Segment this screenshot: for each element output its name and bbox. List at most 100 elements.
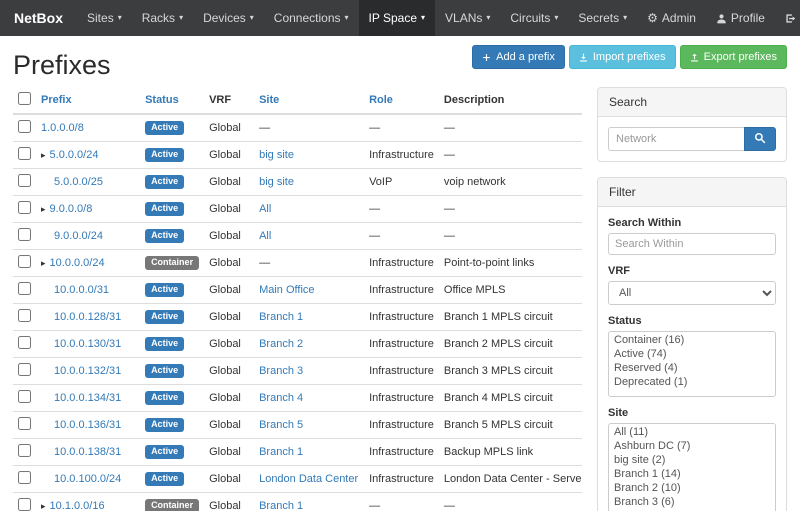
status-badge: Active — [145, 148, 184, 162]
chevron-down-icon: ▾ — [554, 14, 558, 22]
prefix-link[interactable]: 10.0.0.132/31 — [54, 365, 121, 377]
nav-item-vlans[interactable]: VLANs▾ — [435, 0, 500, 36]
nav-item-label: Connections — [274, 11, 341, 25]
status-badge: Container — [145, 256, 199, 270]
nav-profile[interactable]: Profile — [706, 0, 775, 36]
nav-item-ip-space[interactable]: IP Space▾ — [359, 0, 436, 36]
row-checkbox[interactable] — [18, 120, 31, 133]
filter-option[interactable]: Active (74) — [610, 347, 774, 361]
site-link[interactable]: Branch 4 — [259, 392, 303, 404]
site-link[interactable]: Main Office — [259, 284, 314, 296]
nav-item-sites[interactable]: Sites▾ — [77, 0, 132, 36]
expand-arrow-icon[interactable]: ▸ — [41, 501, 46, 511]
site-filter-select[interactable]: All (11)Ashburn DC (7)big site (2)Branch… — [608, 423, 776, 511]
site-link[interactable]: Branch 2 — [259, 338, 303, 350]
row-checkbox[interactable] — [18, 201, 31, 214]
search-icon — [754, 132, 766, 147]
import-prefixes-button[interactable]: Import prefixes — [569, 45, 676, 69]
filter-option[interactable]: Branch 1 (14) — [610, 467, 774, 481]
vrf-select[interactable]: All — [608, 281, 776, 305]
site-link[interactable]: big site — [259, 176, 294, 188]
site-link[interactable]: All — [259, 230, 271, 242]
brand-logo[interactable]: NetBox — [0, 0, 77, 36]
site-link[interactable]: Branch 3 — [259, 365, 303, 377]
expand-arrow-icon[interactable]: ▸ — [41, 258, 46, 268]
nav-admin[interactable]: ⚙ Admin — [637, 0, 706, 36]
row-checkbox[interactable] — [18, 174, 31, 187]
prefix-link[interactable]: 10.0.0.0/31 — [54, 284, 109, 296]
row-checkbox[interactable] — [18, 255, 31, 268]
prefix-link[interactable]: 5.0.0.0/24 — [50, 149, 99, 161]
column-header-status[interactable]: Status — [145, 94, 179, 106]
filter-option[interactable]: Ashburn DC (7) — [610, 439, 774, 453]
vrf-cell: Global — [204, 331, 254, 358]
site-link[interactable]: Branch 1 — [259, 311, 303, 323]
filter-option[interactable]: big site (2) — [610, 453, 774, 467]
site-link[interactable]: Branch 1 — [259, 446, 303, 458]
nav-item-secrets[interactable]: Secrets▾ — [568, 0, 637, 36]
prefix-link[interactable]: 9.0.0.0/8 — [50, 203, 93, 215]
prefix-link[interactable]: 10.0.0.134/31 — [54, 392, 121, 404]
site-link[interactable]: big site — [259, 149, 294, 161]
column-header-role[interactable]: Role — [369, 94, 393, 106]
filter-option[interactable]: Container (16) — [610, 333, 774, 347]
expand-arrow-icon[interactable]: ▸ — [41, 150, 46, 160]
filter-option[interactable]: Deprecated (1) — [610, 375, 774, 389]
prefix-link[interactable]: 10.0.0.138/31 — [54, 446, 121, 458]
prefix-link[interactable]: 10.0.100.0/24 — [54, 473, 121, 485]
row-checkbox[interactable] — [18, 498, 31, 511]
nav-logout[interactable]: Log out — [775, 0, 800, 36]
site-link[interactable]: All — [259, 203, 271, 215]
site-link[interactable]: Branch 5 — [259, 419, 303, 431]
row-checkbox[interactable] — [18, 147, 31, 160]
prefix-cell: ▸ 10.0.0.0/24 — [36, 250, 140, 277]
search-within-input[interactable] — [608, 233, 776, 255]
status-filter-select[interactable]: Container (16)Active (74)Reserved (4)Dep… — [608, 331, 776, 397]
filter-option[interactable]: Branch 2 (10) — [610, 481, 774, 495]
nav-item-connections[interactable]: Connections ▾ — [264, 0, 359, 36]
add-prefix-button[interactable]: Add a prefix — [472, 45, 565, 69]
prefix-link[interactable]: 10.0.0.130/31 — [54, 338, 121, 350]
prefix-link[interactable]: 10.0.0.128/31 — [54, 311, 121, 323]
search-panel: Search — [597, 87, 787, 162]
status-badge: Active — [145, 202, 184, 216]
navbar-menu: Sites▾Racks▾Devices▾Connections▾IP Space… — [77, 0, 637, 36]
filter-option[interactable]: Reserved (4) — [610, 361, 774, 375]
nav-item-racks[interactable]: Racks▾ — [132, 0, 193, 36]
chevron-down-icon: ▾ — [345, 14, 349, 22]
search-input[interactable] — [608, 127, 744, 151]
column-header-prefix[interactable]: Prefix — [41, 94, 72, 106]
prefix-link[interactable]: 5.0.0.0/25 — [54, 176, 103, 188]
prefix-link[interactable]: 10.0.0.136/31 — [54, 419, 121, 431]
search-button[interactable] — [744, 127, 776, 151]
site-link[interactable]: London Data Center — [259, 473, 358, 485]
status-cell: Active — [140, 304, 204, 331]
nav-item-circuits[interactable]: Circuits▾ — [500, 0, 568, 36]
role-cell: — — [364, 223, 439, 250]
row-checkbox[interactable] — [18, 417, 31, 430]
export-prefixes-button[interactable]: Export prefixes — [680, 45, 787, 69]
nav-item-label: Racks — [142, 11, 175, 25]
row-checkbox[interactable] — [18, 363, 31, 376]
prefix-link[interactable]: 10.0.0.0/24 — [50, 257, 105, 269]
prefix-cell: 1.0.0.0/8 — [36, 114, 140, 142]
site-cell: All — [254, 223, 364, 250]
row-checkbox[interactable] — [18, 336, 31, 349]
row-checkbox[interactable] — [18, 444, 31, 457]
nav-item-devices[interactable]: Devices▾ — [193, 0, 264, 36]
site-link[interactable]: Branch 1 — [259, 500, 303, 511]
row-checkbox[interactable] — [18, 309, 31, 322]
role-cell: — — [364, 493, 439, 511]
select-all-checkbox[interactable] — [18, 92, 31, 105]
prefix-link[interactable]: 9.0.0.0/24 — [54, 230, 103, 242]
filter-option[interactable]: Branch 3 (6) — [610, 495, 774, 509]
row-checkbox[interactable] — [18, 471, 31, 484]
row-checkbox[interactable] — [18, 228, 31, 241]
prefix-link[interactable]: 1.0.0.0/8 — [41, 122, 84, 134]
column-header-site[interactable]: Site — [259, 94, 279, 106]
prefix-link[interactable]: 10.1.0.0/16 — [50, 500, 105, 511]
row-checkbox[interactable] — [18, 282, 31, 295]
expand-arrow-icon[interactable]: ▸ — [41, 204, 46, 214]
filter-option[interactable]: All (11) — [610, 425, 774, 439]
row-checkbox[interactable] — [18, 390, 31, 403]
